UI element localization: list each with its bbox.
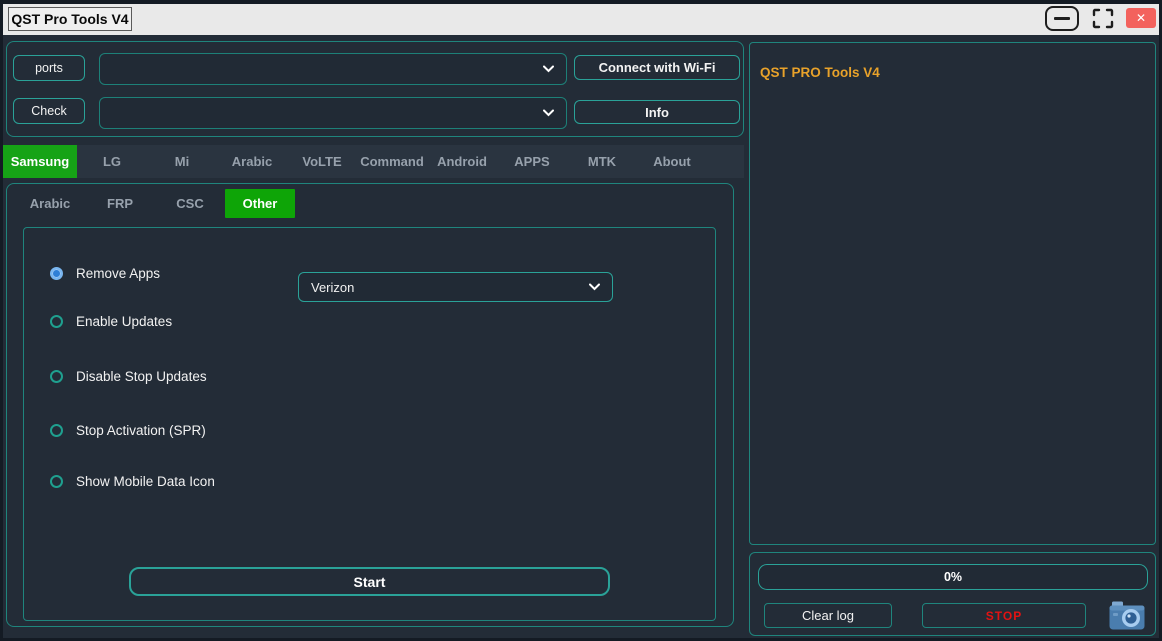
main-content: ports Connect with Wi-Fi Check Info Sams… [3, 35, 1159, 638]
radio-label: Enable Updates [76, 314, 172, 329]
model-select[interactable] [99, 97, 567, 129]
main-tab-bar: Samsung LG Mi Arabic VoLTE Command Andro… [3, 145, 744, 178]
ports-button[interactable]: ports [13, 55, 85, 81]
radio-stop-activation-spr[interactable]: Stop Activation (SPR) [50, 423, 206, 438]
radio-unselected-icon [50, 424, 63, 437]
radio-unselected-icon [50, 315, 63, 328]
radio-enable-updates[interactable]: Enable Updates [50, 314, 172, 329]
tab-command[interactable]: Command [357, 145, 427, 178]
progress-bar: 0% [758, 564, 1148, 590]
samsung-panel: Arabic FRP CSC Other Remove Apps Enable … [6, 183, 734, 627]
tab-volte[interactable]: VoLTE [287, 145, 357, 178]
connection-panel: ports Connect with Wi-Fi Check Info [6, 41, 744, 137]
subtab-arabic[interactable]: Arabic [15, 189, 85, 218]
close-icon: ✕ [1136, 11, 1146, 25]
carrier-select-value: Verizon [311, 280, 354, 295]
chevron-down-icon [589, 284, 600, 291]
chevron-down-icon [543, 66, 554, 73]
radio-unselected-icon [50, 475, 63, 488]
log-brand-text: QST PRO Tools V4 [760, 65, 880, 80]
connect-wifi-button[interactable]: Connect with Wi-Fi [574, 55, 740, 80]
minimize-button[interactable] [1045, 6, 1079, 31]
carrier-select[interactable]: Verizon [298, 272, 613, 302]
tab-samsung[interactable]: Samsung [3, 145, 77, 178]
tab-android[interactable]: Android [427, 145, 497, 178]
screenshot-button[interactable] [1109, 600, 1145, 631]
info-button[interactable]: Info [574, 100, 740, 124]
camera-icon [1109, 600, 1145, 631]
maximize-button[interactable] [1089, 6, 1117, 31]
check-button[interactable]: Check [13, 98, 85, 124]
log-panel: QST PRO Tools V4 [749, 42, 1156, 545]
subtab-other[interactable]: Other [225, 189, 295, 218]
stop-button[interactable]: STOP [922, 603, 1086, 628]
subtab-csc[interactable]: CSC [155, 189, 225, 218]
title-bar: QST Pro Tools V4 ✕ [3, 4, 1159, 35]
radio-selected-icon [50, 267, 63, 280]
close-button[interactable]: ✕ [1126, 8, 1156, 28]
radio-label: Show Mobile Data Icon [76, 474, 215, 489]
tab-about[interactable]: About [637, 145, 707, 178]
tab-arabic[interactable]: Arabic [217, 145, 287, 178]
radio-show-mobile-data-icon[interactable]: Show Mobile Data Icon [50, 474, 215, 489]
window-title: QST Pro Tools V4 [8, 7, 132, 31]
tab-apps[interactable]: APPS [497, 145, 567, 178]
other-options-panel: Remove Apps Enable Updates Disable Stop … [23, 227, 716, 621]
radio-unselected-icon [50, 370, 63, 383]
subtab-frp[interactable]: FRP [85, 189, 155, 218]
radio-remove-apps[interactable]: Remove Apps [50, 266, 160, 281]
radio-disable-stop-updates[interactable]: Disable Stop Updates [50, 369, 207, 384]
tab-lg[interactable]: LG [77, 145, 147, 178]
status-panel: 0% Clear log STOP [749, 552, 1156, 636]
start-button[interactable]: Start [129, 567, 610, 596]
port-select[interactable] [99, 53, 567, 85]
radio-label: Disable Stop Updates [76, 369, 207, 384]
tab-mi[interactable]: Mi [147, 145, 217, 178]
clear-log-button[interactable]: Clear log [764, 603, 892, 628]
radio-label: Remove Apps [76, 266, 160, 281]
minimize-icon [1054, 17, 1070, 20]
radio-label: Stop Activation (SPR) [76, 423, 206, 438]
tab-mtk[interactable]: MTK [567, 145, 637, 178]
chevron-down-icon [543, 110, 554, 117]
maximize-icon [1092, 8, 1114, 29]
